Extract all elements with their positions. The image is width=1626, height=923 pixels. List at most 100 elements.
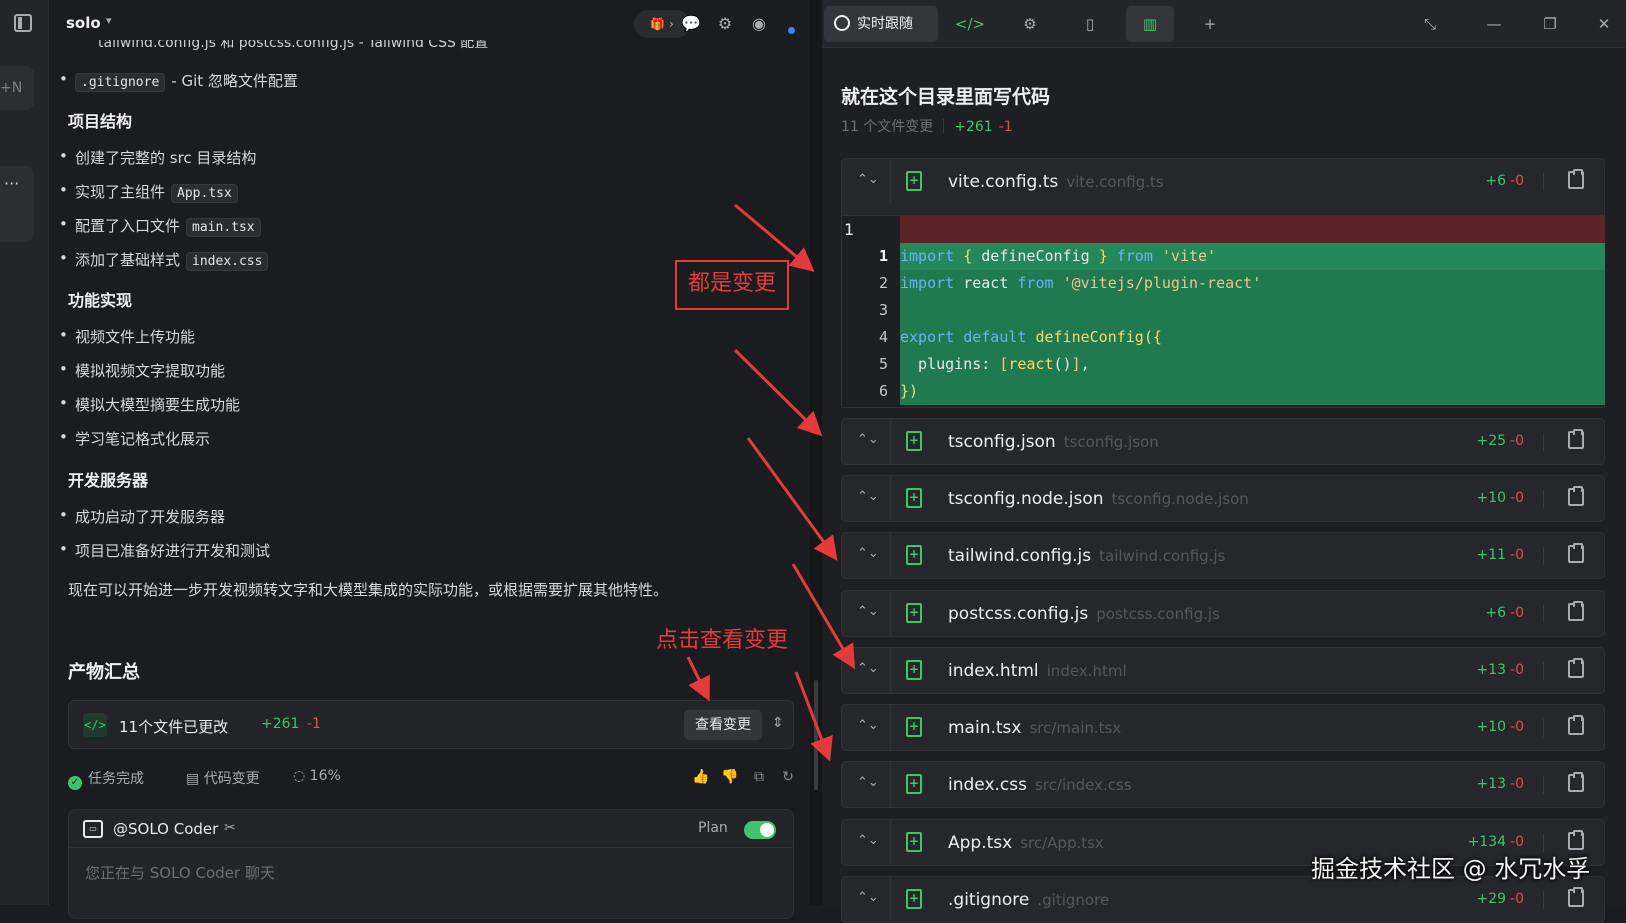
divider xyxy=(890,159,891,204)
file-name[interactable]: tailwind.config.js tailwind.config.js xyxy=(948,546,1225,566)
file-row[interactable]: ⌃⌄ + postcss.config.js postcss.config.js +6-… xyxy=(841,590,1605,637)
notification-dot xyxy=(788,27,795,34)
file-stats: +11 -0 xyxy=(1476,547,1524,563)
file-row[interactable]: ⌃⌄ + index.html index.html +13 -0 xyxy=(841,647,1605,694)
expand-icon[interactable]: ⌃⌄ xyxy=(857,604,879,619)
file-name[interactable]: tsconfig.node.json tsconfig.node.json xyxy=(948,489,1249,509)
collapse-icon[interactable]: ⤡ xyxy=(1418,12,1442,36)
expand-icon[interactable]: ⌃⌄ xyxy=(857,661,879,676)
copy-icon[interactable] xyxy=(1568,658,1584,678)
copy-icon[interactable] xyxy=(1568,715,1584,735)
total-deletions: -1 xyxy=(998,119,1013,135)
file-added-icon: + xyxy=(906,717,922,737)
clipped-line-text: tailwind.config.js 和 postcss.config.js -… xyxy=(98,40,489,51)
copy-icon[interactable] xyxy=(1568,486,1584,506)
file-name[interactable]: index.html index.html xyxy=(948,661,1127,681)
file-name[interactable]: postcss.config.js postcss.config.js xyxy=(948,604,1220,624)
divider xyxy=(890,476,891,521)
panel-splitter[interactable] xyxy=(810,0,822,905)
gear-icon[interactable]: ⚙ xyxy=(713,12,737,36)
file-row[interactable]: ⌃⌄ + tailwind.config.js tailwind.config.js +… xyxy=(841,532,1605,579)
expand-icon[interactable]: ⌃⌄ xyxy=(857,833,879,848)
divider xyxy=(890,533,891,578)
file-added-icon: + xyxy=(906,832,922,852)
expand-icon[interactable]: ⌃⌄ xyxy=(857,489,879,504)
chevron-down-icon[interactable]: ▾ xyxy=(106,14,112,27)
account-icon[interactable]: ◉ xyxy=(747,12,771,36)
collapse-icon[interactable]: ⌃⌄ xyxy=(857,172,879,187)
expand-icon[interactable]: ⌃⌄ xyxy=(857,546,879,561)
file-name[interactable]: vite.config.ts vite.config.ts xyxy=(948,172,1164,192)
copy-icon[interactable] xyxy=(1568,830,1584,850)
expand-icon[interactable]: ⌃⌄ xyxy=(857,432,879,447)
copy-icon[interactable] xyxy=(1568,429,1584,449)
file-row[interactable]: ⌃⌄ + tsconfig.json tsconfig.json +25 -0 xyxy=(841,418,1605,465)
close-icon[interactable]: ✕ xyxy=(1592,12,1616,36)
copy-icon[interactable] xyxy=(1568,887,1584,907)
file-added-icon: + xyxy=(906,603,922,623)
plan-toggle[interactable] xyxy=(744,821,776,839)
file-added-icon: + xyxy=(906,431,922,451)
copy-icon[interactable] xyxy=(1568,601,1584,621)
file-name[interactable]: index.css src/index.css xyxy=(948,775,1132,795)
file-name-text: .gitignore xyxy=(948,890,1030,910)
copy-icon[interactable] xyxy=(1568,772,1584,792)
code-chip: index.css xyxy=(186,252,269,271)
file-name[interactable]: main.tsx src/main.tsx xyxy=(948,718,1121,738)
expand-icon[interactable]: ⌃⌄ xyxy=(857,775,879,790)
restore-icon[interactable]: ❐ xyxy=(1538,12,1562,36)
follow-icon xyxy=(834,15,850,31)
chat-input[interactable]: 您正在与 SOLO Coder 聊天 xyxy=(85,862,275,883)
tools-icon[interactable]: ✂ xyxy=(224,820,236,836)
file-deletions: -0 xyxy=(1510,776,1524,792)
file-name[interactable]: tsconfig.json tsconfig.json xyxy=(948,432,1159,452)
file-name[interactable]: .gitignore .gitignore xyxy=(948,890,1109,910)
file-stats: +6 -0 xyxy=(1485,173,1524,189)
copy-icon[interactable] xyxy=(1568,169,1584,189)
new-chat-tab[interactable]: +N xyxy=(0,66,34,110)
tab-follow[interactable]: 实时跟随 xyxy=(824,6,938,42)
tab-code[interactable]: </> xyxy=(946,6,994,42)
agent-name[interactable]: @SOLO Coder xyxy=(113,820,218,838)
view-changes-button[interactable]: 查看变更 xyxy=(684,710,762,740)
changes-card[interactable]: </> 11个文件已更改 +261 -1 查看变更 ⇕ xyxy=(68,700,794,749)
copy-icon[interactable] xyxy=(1568,543,1584,563)
divider xyxy=(890,820,891,865)
expand-icon[interactable]: ⌃⌄ xyxy=(857,718,879,733)
sidebar-toggle-icon[interactable] xyxy=(14,14,32,32)
file-added-icon: + xyxy=(906,660,922,680)
section-title: 开发服务器 xyxy=(68,471,149,490)
divider xyxy=(1543,605,1544,623)
refresh-icon[interactable]: ↻ xyxy=(777,766,799,788)
divider xyxy=(943,119,945,133)
copy-icon[interactable]: ⧉ xyxy=(748,766,770,788)
project-name[interactable]: solo xyxy=(66,14,101,32)
file-name[interactable]: App.tsx src/App.tsx xyxy=(948,833,1104,853)
diff-summary: 11 个文件变更 +261 -1 xyxy=(841,116,1013,136)
file-deletions: -0 xyxy=(1510,490,1524,506)
code-chip: .gitignore xyxy=(75,73,166,92)
code-changes-link[interactable]: ▤ 代码变更 xyxy=(186,768,260,788)
tab-document[interactable]: ▯ xyxy=(1066,6,1114,42)
thumbs-down-icon[interactable]: 👎 xyxy=(719,766,741,788)
expand-icon[interactable]: ⌃⌄ xyxy=(857,890,879,905)
file-row[interactable]: ⌃⌄ + main.tsx src/main.tsx +10 -0 xyxy=(841,704,1605,751)
file-stats: +10 -0 xyxy=(1476,719,1524,735)
minimize-icon[interactable]: — xyxy=(1482,12,1506,36)
status-row: ✓ 任务完成 ▤ 代码变更 ◌ 16% 👍 👎 ⧉ ↻ xyxy=(68,766,794,790)
expand-icon[interactable]: ⇕ xyxy=(772,715,784,731)
tab-diff[interactable]: ▥ xyxy=(1126,6,1174,42)
file-added-icon: + xyxy=(906,545,922,565)
file-row[interactable]: ⌃⌄ + vite.config.ts vite.config.ts +6 -0 xyxy=(841,158,1605,216)
thumbs-up-icon[interactable]: 👍 xyxy=(690,766,712,788)
tab-settings[interactable]: ⚙ xyxy=(1006,6,1054,42)
file-path: vite.config.ts xyxy=(1066,173,1164,191)
more-icon[interactable]: ··· xyxy=(0,166,34,242)
chevron-right-icon: › xyxy=(668,17,674,31)
panel-tabs: 实时跟随 </> ⚙ ▯ ▥ + ⤡ — ❐ ✕ xyxy=(822,0,1626,48)
tab-add[interactable]: + xyxy=(1186,6,1234,42)
chat-bubble-icon[interactable]: 💬 xyxy=(679,12,703,36)
file-row[interactable]: ⌃⌄ + index.css src/index.css +13 -0 xyxy=(841,761,1605,808)
file-row[interactable]: ⌃⌄ + tsconfig.node.json tsconfig.node.json +… xyxy=(841,475,1605,522)
summary-title: 产物汇总 xyxy=(68,662,140,683)
